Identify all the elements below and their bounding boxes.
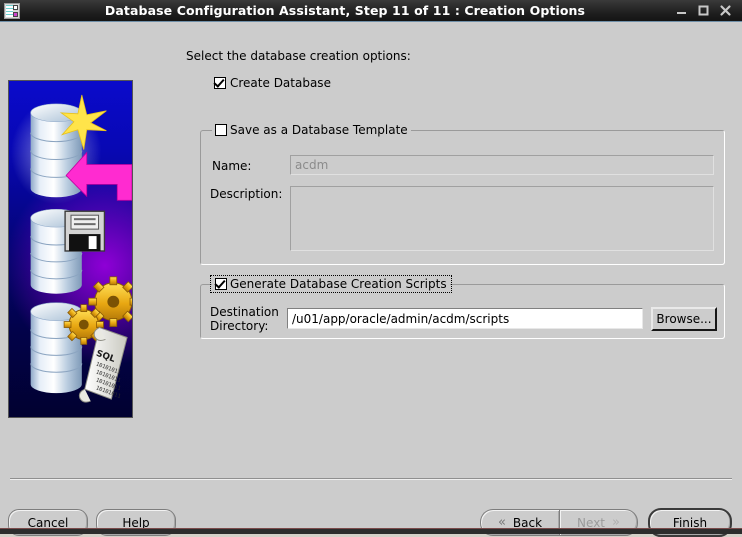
floppy-disk-icon <box>64 210 106 252</box>
client-area: SQL 10101011 10101011 10101011 10101011 … <box>0 22 742 537</box>
create-database-label: Create Database <box>230 76 331 90</box>
template-name-input[interactable] <box>290 155 714 175</box>
save-as-template-label: Save as a Database Template <box>230 123 408 137</box>
sidebar-illustration: SQL 10101011 10101011 10101011 10101011 <box>8 80 133 418</box>
minimize-icon[interactable] <box>670 1 692 21</box>
checkbox-icon-save-as-template[interactable] <box>215 124 227 136</box>
browse-button[interactable]: Browse... <box>651 307 717 331</box>
destination-directory-label-line2: Directory: <box>210 319 269 333</box>
title-bar[interactable]: Database Configuration Assistant, Step 1… <box>0 0 742 22</box>
page-instruction: Select the database creation options: <box>186 49 411 63</box>
window-bottom-edge <box>0 528 742 534</box>
checkbox-icon-create-database[interactable] <box>214 77 226 89</box>
maximize-icon[interactable] <box>692 1 714 21</box>
footer-divider <box>10 478 732 480</box>
name-label: Name: <box>212 159 252 173</box>
window-icon <box>4 2 20 19</box>
destination-directory-input[interactable] <box>287 308 643 329</box>
save-as-template-checkbox[interactable]: Save as a Database Template <box>212 123 411 137</box>
application-window: Database Configuration Assistant, Step 1… <box>0 0 742 537</box>
generate-scripts-checkbox[interactable]: Generate Database Creation Scripts <box>210 275 452 293</box>
template-description-input[interactable] <box>290 186 714 251</box>
window-title: Database Configuration Assistant, Step 1… <box>104 3 586 18</box>
create-database-checkbox[interactable]: Create Database <box>214 76 331 90</box>
checkbox-icon-generate-scripts[interactable] <box>215 278 227 290</box>
close-icon[interactable] <box>714 1 736 21</box>
description-label: Description: <box>210 187 283 201</box>
generate-scripts-label: Generate Database Creation Scripts <box>230 277 447 291</box>
destination-directory-label: Destination Directory: <box>210 305 286 333</box>
destination-directory-label-line1: Destination <box>210 305 279 319</box>
